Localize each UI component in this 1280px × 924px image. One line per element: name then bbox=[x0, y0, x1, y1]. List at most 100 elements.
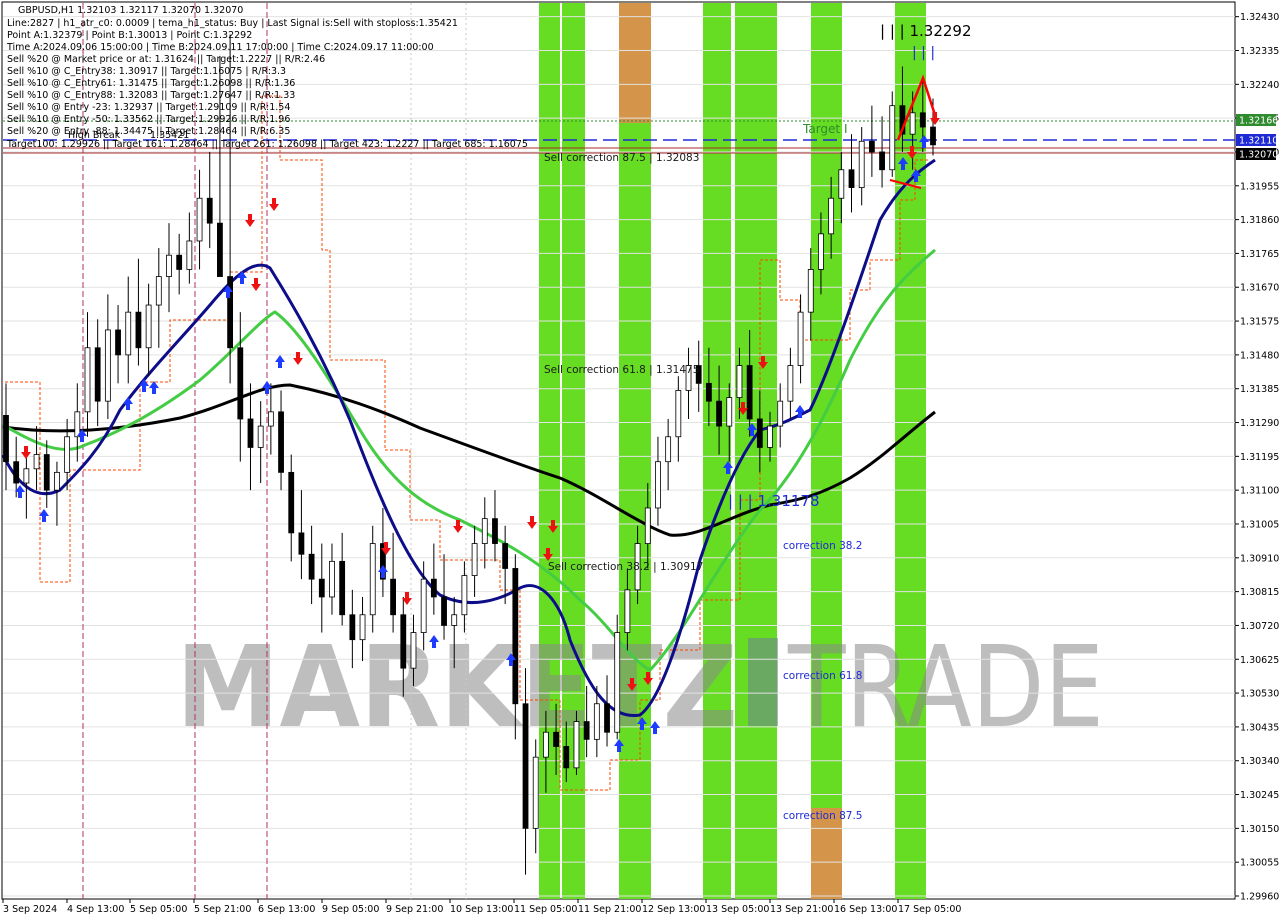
candle-body bbox=[410, 632, 417, 669]
candle-body bbox=[777, 400, 784, 427]
y-tick-label: 1.31955 bbox=[1240, 181, 1279, 192]
price-tag-label: 1.32166 bbox=[1239, 116, 1278, 127]
candle-body bbox=[288, 471, 295, 534]
y-tick-label: 1.30815 bbox=[1240, 587, 1279, 598]
candle-body bbox=[451, 614, 458, 626]
candle-body bbox=[665, 436, 672, 463]
y-tick-label: 1.30530 bbox=[1240, 689, 1279, 700]
x-tick-label: 5 Sep 21:00 bbox=[194, 904, 251, 915]
y-tick-label: 1.30625 bbox=[1240, 655, 1279, 666]
info-line: Sell %10 @ C_Entry61: 1.31475 || Target:… bbox=[7, 78, 295, 89]
y-tick-label: 1.31860 bbox=[1240, 215, 1279, 226]
bull-zone bbox=[735, 3, 777, 899]
candle-body bbox=[930, 126, 936, 146]
sell-correction-382-label: Sell correction 38.2 | 1.30917 bbox=[548, 561, 703, 573]
x-tick-label: 9 Sep 05:00 bbox=[322, 904, 379, 915]
x-tick-label: 3 Sep 2024 bbox=[3, 904, 57, 915]
x-tick-label: 10 Sep 13:00 bbox=[450, 904, 513, 915]
info-line: Point A:1.32379 | Point B:1.30013 | Poin… bbox=[7, 30, 252, 41]
info-line: Sell %10 @ C_Entry38: 1.30917 || Target:… bbox=[7, 66, 286, 77]
correction-875-label: correction 87.5 bbox=[783, 810, 862, 822]
price-tag-label: 1.32110 bbox=[1239, 136, 1278, 147]
candle-body bbox=[84, 347, 91, 413]
candle-body bbox=[553, 731, 559, 747]
y-tick-label: 1.32430 bbox=[1240, 12, 1279, 23]
price-tags: 1.32166 1.32110 1.32070 bbox=[1236, 114, 1278, 161]
candle-body bbox=[492, 518, 498, 544]
x-tick-label: 5 Sep 05:00 bbox=[130, 904, 187, 915]
y-tick-label: 1.30720 bbox=[1240, 621, 1279, 632]
price-chart[interactable]: MARKETZ TRADE | | | 1.32292 | | | | | | … bbox=[0, 0, 1280, 920]
bull-zone bbox=[619, 3, 651, 899]
candle-body bbox=[502, 543, 509, 569]
candle-body bbox=[512, 568, 519, 705]
candle-body bbox=[593, 703, 600, 740]
chart-root: MARKETZ TRADE | | | 1.32292 | | | | | | … bbox=[0, 0, 1280, 920]
y-tick-label: 1.31575 bbox=[1240, 317, 1279, 328]
y-tick-label: 1.31195 bbox=[1240, 452, 1279, 463]
x-tick-label: 11 Sep 21:00 bbox=[578, 904, 641, 915]
candle-body bbox=[349, 614, 356, 641]
candle-body bbox=[746, 365, 753, 420]
candle-body bbox=[909, 112, 916, 135]
y-tick-label: 1.31385 bbox=[1240, 384, 1279, 395]
candle-body bbox=[716, 400, 722, 427]
candle-body bbox=[329, 560, 335, 598]
candle-body bbox=[807, 269, 814, 313]
point-b-label: | | | 1.31178 bbox=[728, 492, 820, 510]
candle-body bbox=[797, 311, 804, 366]
candle-body bbox=[278, 411, 284, 473]
y-tick-label: 1.30150 bbox=[1240, 824, 1279, 835]
info-line: Sell %20 @ Entry -88: 1.34475 || Target:… bbox=[7, 126, 290, 137]
x-tick-label: 6 Sep 13:00 bbox=[258, 904, 315, 915]
info-line: Line:2827 | h1_atr_c0: 0.0009 | tema_h1_… bbox=[7, 18, 458, 29]
candle-body bbox=[64, 436, 71, 473]
x-tick-label: 11 Sep 05:00 bbox=[514, 904, 577, 915]
candle-body bbox=[145, 304, 152, 349]
candle-body bbox=[54, 471, 60, 491]
x-tick-label: 17 Sep 05:00 bbox=[898, 904, 961, 915]
y-tick-label: 1.30055 bbox=[1240, 858, 1279, 869]
bull-zone bbox=[539, 3, 560, 899]
candle-body bbox=[74, 411, 81, 438]
candle-body bbox=[838, 169, 845, 199]
candle-body bbox=[267, 411, 274, 427]
y-tick-label: 1.30245 bbox=[1240, 790, 1279, 801]
candle-body bbox=[257, 425, 264, 448]
sell-correction-875-label: Sell correction 87.5 | 1.32083 bbox=[544, 152, 699, 164]
candle-body bbox=[43, 454, 50, 491]
targets-line: Target100: 1.29926 || Target 161: 1.2846… bbox=[6, 139, 528, 150]
info-line: Time A:2024.09.06 15:00:00 | Time B:2024… bbox=[6, 42, 434, 53]
y-tick-label: 1.31480 bbox=[1240, 350, 1279, 361]
candle-body bbox=[390, 578, 396, 616]
candle-body bbox=[879, 151, 885, 171]
candle-body bbox=[919, 112, 926, 128]
info-line: Sell %10 @ C_Entry88: 1.32083 || Target:… bbox=[7, 90, 295, 101]
y-tick-label: 1.29960 bbox=[1240, 892, 1279, 903]
candle-body bbox=[359, 614, 366, 641]
candle-body bbox=[298, 532, 305, 555]
candle-body bbox=[471, 543, 478, 576]
candle-body bbox=[573, 721, 580, 769]
candle-body bbox=[543, 731, 549, 758]
info-line: Sell %10 @ Entry -23: 1.32937 || Target:… bbox=[7, 102, 290, 113]
candle-body bbox=[115, 329, 121, 356]
candle-body bbox=[818, 233, 824, 270]
candle-body bbox=[705, 382, 712, 402]
candle-body bbox=[461, 575, 468, 616]
candle-body bbox=[604, 703, 610, 733]
bull-zone bbox=[811, 3, 842, 899]
candle-body bbox=[756, 418, 763, 448]
candle-body bbox=[614, 632, 621, 733]
candle-body bbox=[125, 311, 132, 356]
candle-body bbox=[420, 578, 427, 633]
bull-zone bbox=[703, 3, 731, 899]
candle-body bbox=[767, 425, 773, 448]
target-label: Target I bbox=[802, 122, 847, 136]
x-tick-label: 13 Sep 21:00 bbox=[770, 904, 833, 915]
y-tick-label: 1.31100 bbox=[1240, 486, 1279, 497]
candle-body bbox=[522, 703, 529, 829]
candle-body bbox=[400, 614, 407, 669]
x-tick-label: 4 Sep 13:00 bbox=[67, 904, 124, 915]
x-tick-label: 13 Sep 05:00 bbox=[706, 904, 769, 915]
